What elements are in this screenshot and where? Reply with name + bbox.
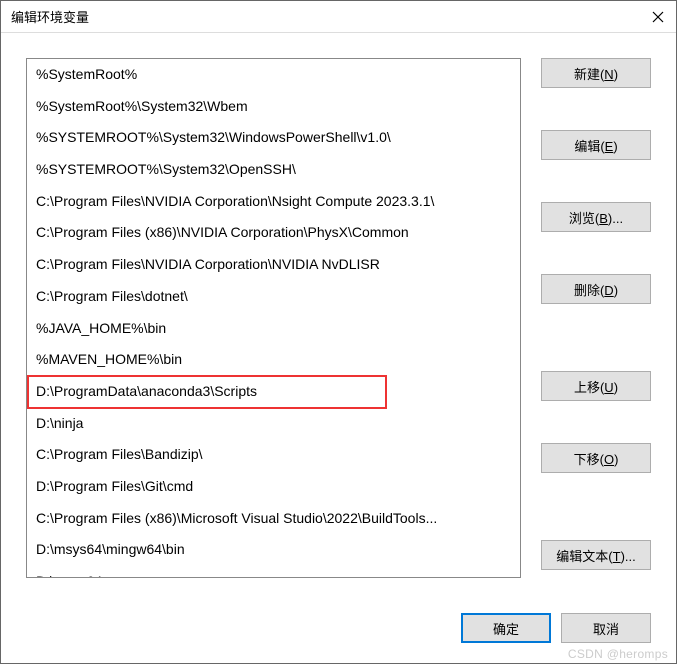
list-item[interactable]: D:\ninja [27,408,520,440]
list-item[interactable]: C:\Program Files (x86)\NVIDIA Corporatio… [27,217,520,249]
watermark: CSDN @heromps [568,647,668,661]
path-listbox[interactable]: %SystemRoot%%SystemRoot%\System32\Wbem%S… [27,59,520,577]
btn-label: 上移(U) [574,380,618,395]
list-item[interactable]: %SYSTEMROOT%\System32\WindowsPowerShell\… [27,122,520,154]
movedown-button[interactable]: 下移(O) [541,443,651,473]
window: 编辑环境变量 %SystemRoot%%SystemRoot%\System32… [0,0,677,664]
ok-button[interactable]: 确定 [461,613,551,643]
bottom-buttons: 确定 取消 [461,613,651,643]
btn-label: 编辑(E) [574,139,617,154]
list-item[interactable]: D:\Program Files\Git\cmd [27,471,520,503]
list-item[interactable]: D:\msys64 [27,566,520,577]
list-item[interactable]: %SystemRoot% [27,59,520,91]
list-item[interactable]: C:\Program Files\NVIDIA Corporation\Nsig… [27,186,520,218]
btn-label: 浏览(B)... [569,211,623,226]
path-listbox-wrap: %SystemRoot%%SystemRoot%\System32\Wbem%S… [26,58,521,578]
edittext-button[interactable]: 编辑文本(T)... [541,540,651,570]
list-item[interactable]: D:\msys64\mingw64\bin [27,534,520,566]
edit-button[interactable]: 编辑(E) [541,130,651,160]
list-item[interactable]: %JAVA_HOME%\bin [27,313,520,345]
delete-button[interactable]: 删除(D) [541,274,651,304]
content-area: %SystemRoot%%SystemRoot%\System32\Wbem%S… [1,33,676,593]
btn-label: 下移(O) [574,452,619,467]
close-icon[interactable] [650,9,666,25]
list-item[interactable]: %SYSTEMROOT%\System32\OpenSSH\ [27,154,520,186]
list-item[interactable]: %MAVEN_HOME%\bin [27,344,520,376]
list-item[interactable]: %SystemRoot%\System32\Wbem [27,91,520,123]
cancel-button[interactable]: 取消 [561,613,651,643]
list-item[interactable]: C:\Program Files\dotnet\ [27,281,520,313]
titlebar: 编辑环境变量 [1,1,676,33]
btn-label: 新建(N) [574,67,618,82]
window-title: 编辑环境变量 [11,7,650,26]
moveup-button[interactable]: 上移(U) [541,371,651,401]
list-item[interactable]: D:\ProgramData\anaconda3\Scripts [27,376,520,408]
list-item[interactable]: C:\Program Files\NVIDIA Corporation\NVID… [27,249,520,281]
new-button[interactable]: 新建(N) [541,58,651,88]
btn-label: 删除(D) [574,283,618,298]
btn-label: 编辑文本(T)... [556,549,635,564]
browse-button[interactable]: 浏览(B)... [541,202,651,232]
list-item[interactable]: C:\Program Files\Bandizip\ [27,439,520,471]
list-item[interactable]: C:\Program Files (x86)\Microsoft Visual … [27,503,520,535]
side-buttons: 新建(N) 编辑(E) 浏览(B)... 删除(D) 上移(U) 下移(O) 编… [541,58,651,583]
